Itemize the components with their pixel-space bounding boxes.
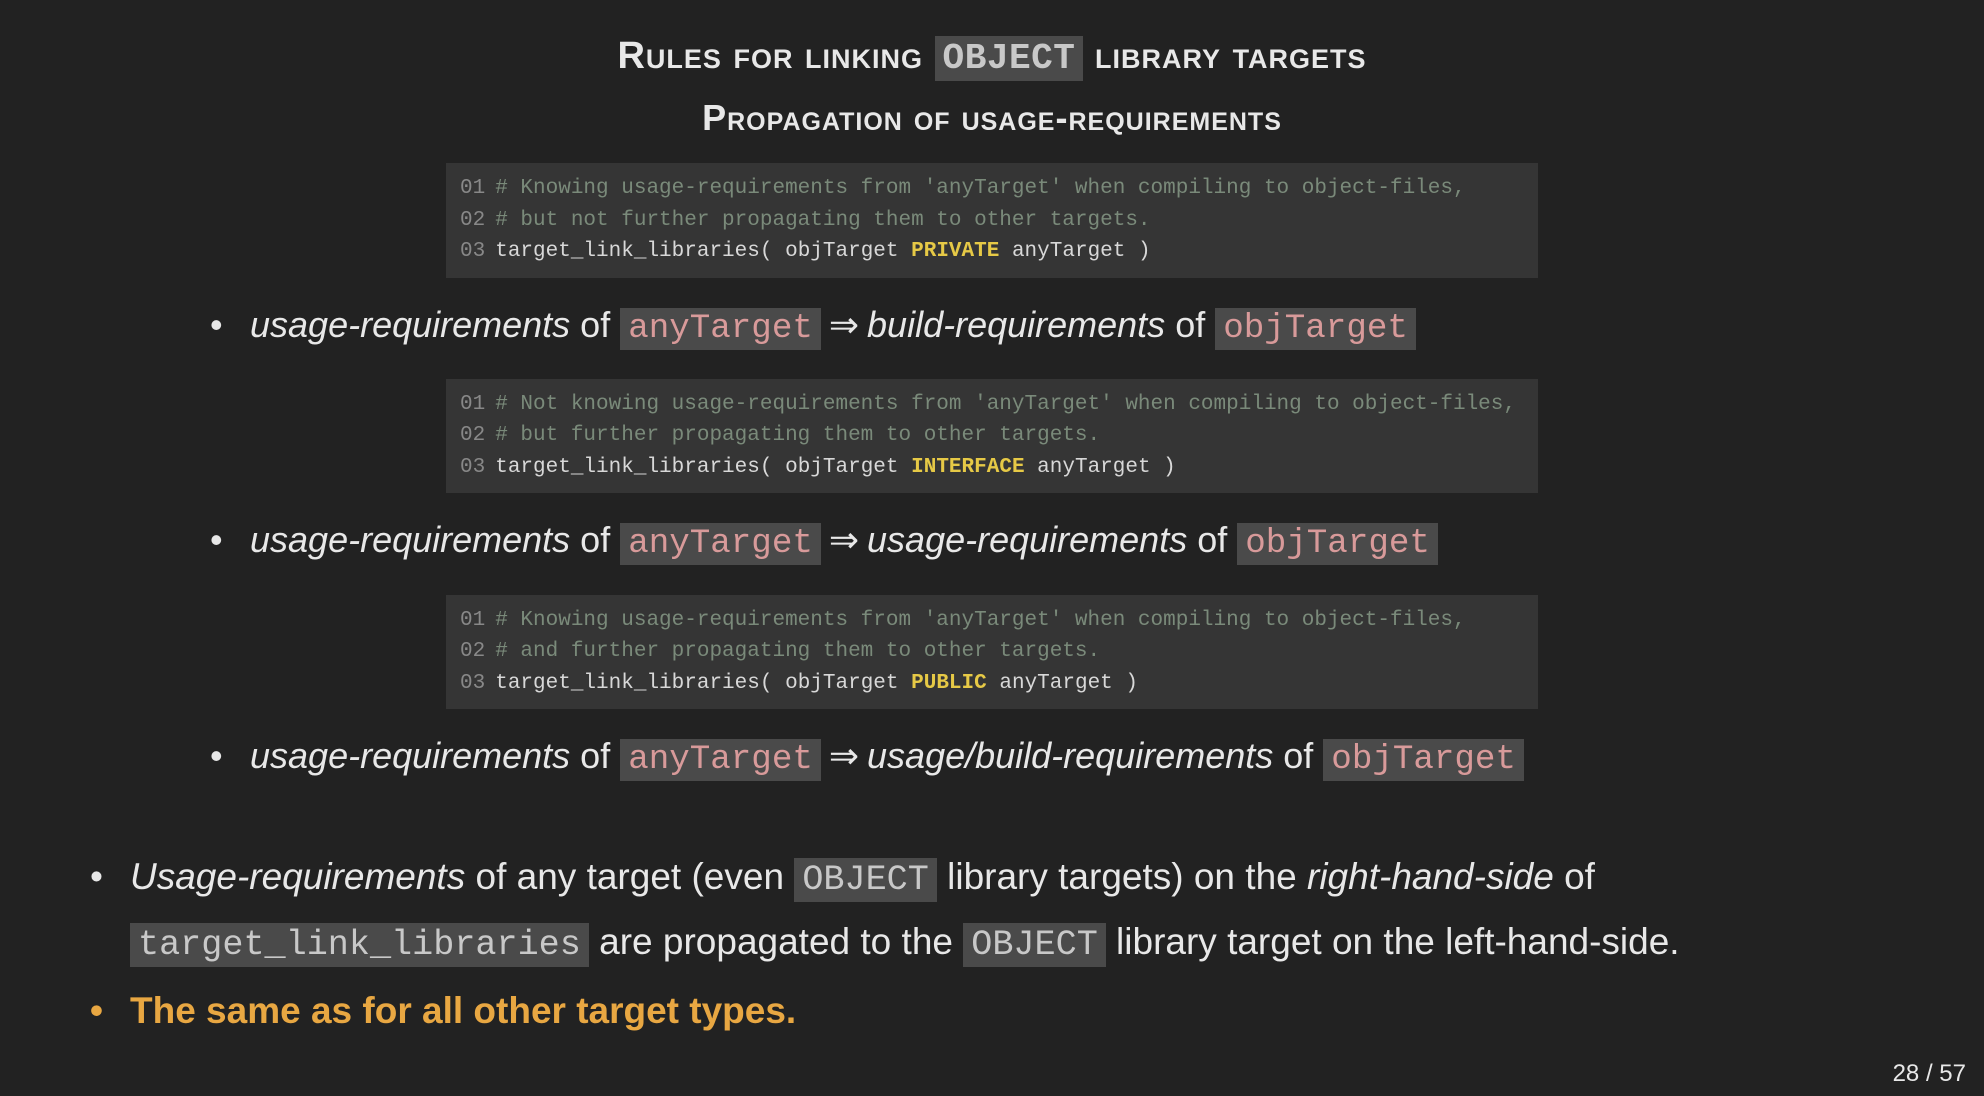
code-block-interface: 01# Not knowing usage-requirements from … — [446, 379, 1538, 494]
code-line: 02# and further propagating them to othe… — [460, 636, 1524, 668]
title-object-tag: OBJECT — [935, 36, 1084, 81]
slide-content: Rules for linking OBJECT library targets… — [0, 0, 1984, 1096]
bullet-item: usage-requirements of anyTarget⇒usage/bu… — [210, 729, 1924, 786]
object-tag: OBJECT — [963, 923, 1106, 967]
objtarget-tag: objTarget — [1323, 739, 1524, 781]
bullet-list: usage-requirements of anyTarget⇒usage-re… — [210, 513, 1924, 570]
object-tag: OBJECT — [794, 858, 937, 902]
summary-list: Usage-requirements of any target (even O… — [90, 846, 1924, 1042]
title-pre: Rules for linking — [617, 35, 934, 77]
code-line: 01# Knowing usage-requirements from 'any… — [460, 173, 1524, 205]
bullet-item: usage-requirements of anyTarget⇒build-re… — [210, 298, 1924, 355]
target-link-libraries-tag: target_link_libraries — [130, 923, 589, 967]
code-block-private: 01# Knowing usage-requirements from 'any… — [446, 163, 1538, 278]
anytarget-tag: anyTarget — [620, 308, 821, 350]
arrow-icon: ⇒ — [821, 735, 867, 776]
anytarget-tag: anyTarget — [620, 739, 821, 781]
code-line: 03target_link_libraries( objTarget INTER… — [460, 452, 1524, 484]
code-line: 01# Not knowing usage-requirements from … — [460, 389, 1524, 421]
anytarget-tag: anyTarget — [620, 523, 821, 565]
arrow-icon: ⇒ — [821, 519, 867, 560]
code-block-public: 01# Knowing usage-requirements from 'any… — [446, 595, 1538, 710]
arrow-icon: ⇒ — [821, 304, 867, 345]
code-line: 03target_link_libraries( objTarget PUBLI… — [460, 668, 1524, 700]
objtarget-tag: objTarget — [1215, 308, 1416, 350]
code-line: 03target_link_libraries( objTarget PRIVA… — [460, 236, 1524, 268]
objtarget-tag: objTarget — [1237, 523, 1438, 565]
summary-item: Usage-requirements of any target (even O… — [90, 846, 1924, 976]
summary-highlight: The same as for all other target types. — [90, 980, 1924, 1043]
title-post: library targets — [1083, 35, 1366, 77]
slide-subtitle: Propagation of usage-requirements — [60, 97, 1924, 139]
bullet-item: usage-requirements of anyTarget⇒usage-re… — [210, 513, 1924, 570]
code-line: 02# but further propagating them to othe… — [460, 420, 1524, 452]
slide-title: Rules for linking OBJECT library targets — [60, 35, 1924, 79]
code-line: 02# but not further propagating them to … — [460, 205, 1524, 237]
bullet-list: usage-requirements of anyTarget⇒usage/bu… — [210, 729, 1924, 786]
code-line: 01# Knowing usage-requirements from 'any… — [460, 605, 1524, 637]
bullet-list: usage-requirements of anyTarget⇒build-re… — [210, 298, 1924, 355]
page-number: 28 / 57 — [1893, 1060, 1966, 1088]
